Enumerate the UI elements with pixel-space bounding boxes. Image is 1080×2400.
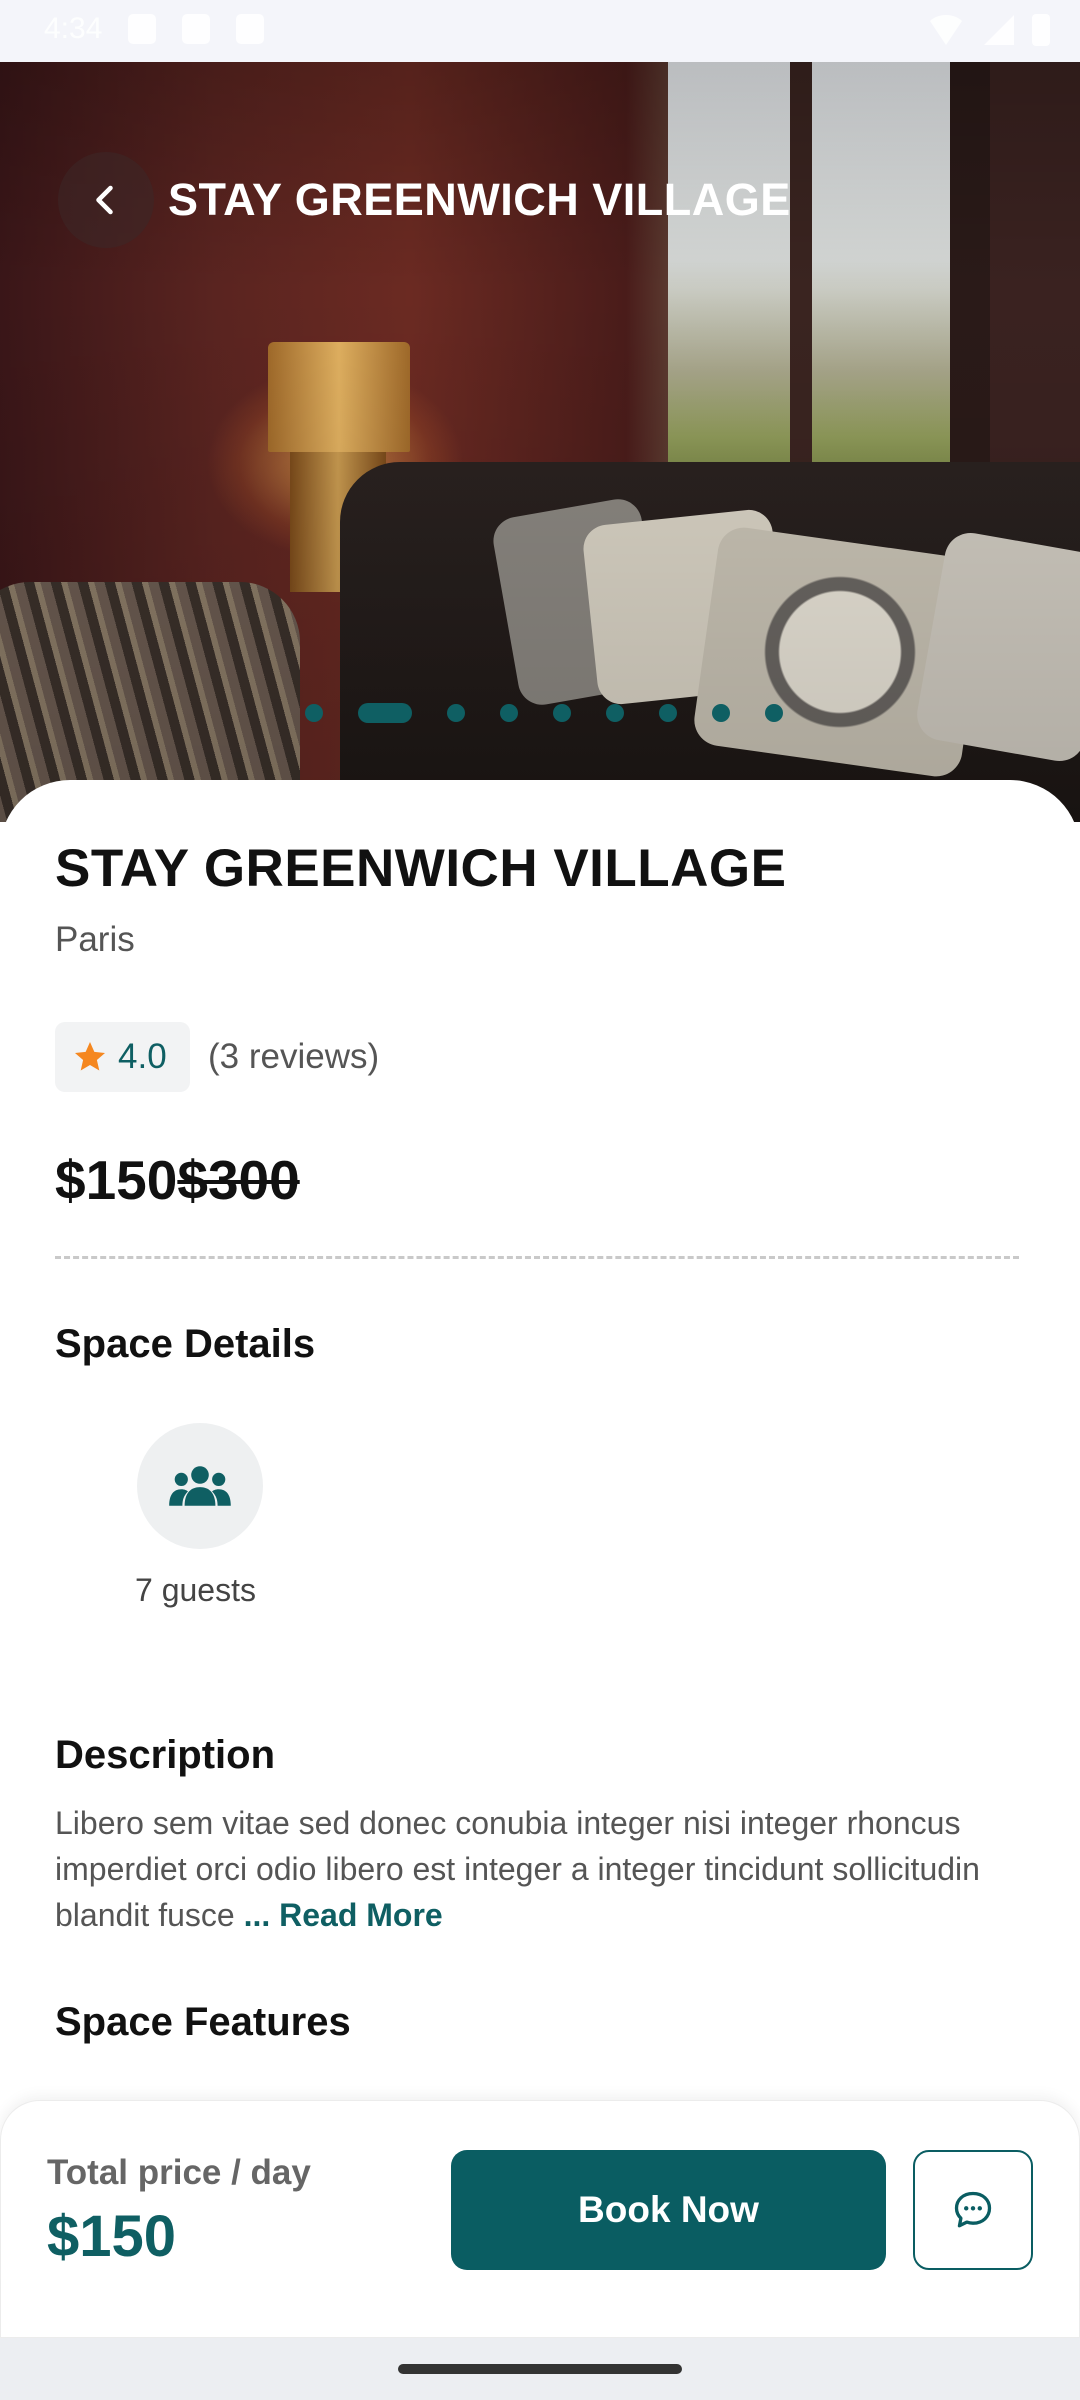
read-more-link[interactable]: ... Read More [244,1897,443,1933]
divider [55,1256,1019,1259]
carousel-dot[interactable] [447,704,465,722]
total-price-value: $150 [47,2204,177,2269]
guests-count: 7 guests [135,1572,256,1608]
reviews-count[interactable]: (3 reviews) [208,1037,379,1077]
home-indicator[interactable] [398,2364,682,2374]
carousel-dot[interactable] [765,704,783,722]
book-now-button[interactable]: Book Now [451,2150,886,2270]
account-icon [182,14,210,44]
price: $150$300 [55,1148,300,1212]
status-notification-icons [128,14,264,44]
description-heading: Description [55,1733,276,1777]
carousel-dot[interactable] [553,704,571,722]
rating-badge: 4.0 [55,1022,190,1092]
listing-location: Paris [55,920,135,959]
signal-icon [984,15,1014,45]
guests-icon-circle [137,1423,263,1549]
people-icon [169,1466,231,1506]
back-button[interactable] [58,152,154,248]
description-text: Libero sem vitae sed donec conubia integ… [55,1800,1025,1938]
star-icon [75,1042,105,1071]
chat-bubble-icon [954,2191,992,2228]
total-price-label: Total price / day [47,2153,311,2192]
original-price: $300 [177,1149,300,1211]
description-body: Libero sem vitae sed donec conubia integ… [55,1805,980,1933]
carousel-dot[interactable] [659,704,677,722]
carousel-dot[interactable] [305,704,323,722]
chat-button[interactable] [913,2150,1033,2270]
listing-title: STAY GREENWICH VILLAGE [55,839,787,898]
carousel-dot[interactable] [500,704,518,722]
carousel-dot[interactable] [606,704,624,722]
sd-card-icon [236,14,264,44]
status-bar: 4:34 [0,0,1080,62]
shield-icon [128,14,156,44]
chevron-left-icon [96,185,113,215]
status-system-icons [926,14,1050,46]
wifi-icon [926,15,966,45]
battery-icon [1032,14,1050,46]
carousel-dot[interactable] [712,704,730,722]
current-price: $150 [55,1149,178,1211]
header-title: STAY GREENWICH VILLAGE [168,174,791,225]
space-details-heading: Space Details [55,1322,316,1366]
rating-value: 4.0 [118,1037,167,1076]
status-time: 4:34 [44,12,103,45]
space-features-heading: Space Features [55,2000,351,2044]
carousel-dot-active[interactable] [358,703,412,723]
